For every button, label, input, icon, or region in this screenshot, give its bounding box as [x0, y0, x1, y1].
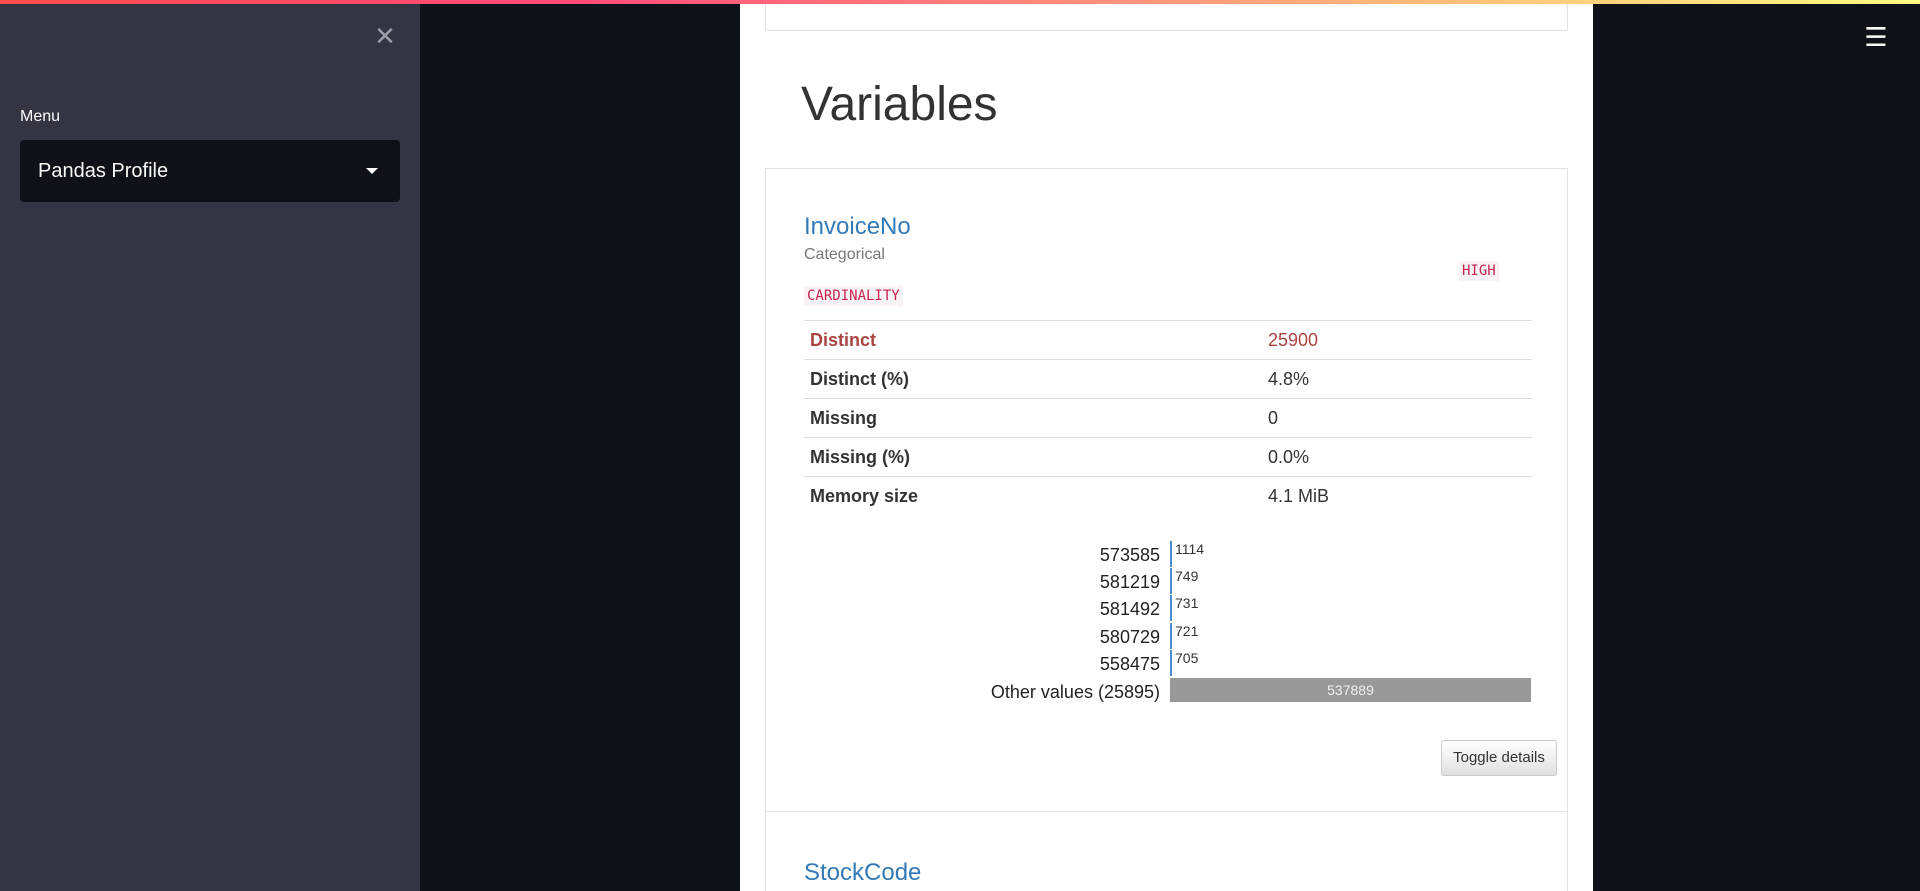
variable-title-link[interactable]: StockCode	[804, 859, 921, 887]
menu-label: Menu	[20, 108, 61, 125]
freq-bar	[1170, 541, 1172, 567]
freq-label: 581492	[1099, 599, 1160, 619]
table-row: Missing 0	[804, 398, 1532, 438]
variable-type: Categorical	[804, 246, 885, 263]
freq-bar	[1170, 595, 1172, 621]
freq-row: 581219 749	[804, 568, 1532, 594]
alert-badge-high: HIGH	[1459, 261, 1499, 281]
freq-row: 573585 1114	[804, 541, 1532, 567]
chevron-down-icon	[366, 168, 378, 174]
freq-bar	[1170, 623, 1172, 649]
stat-value: 25900	[1262, 320, 1532, 360]
freq-label: Other values (25895)	[990, 682, 1160, 702]
freq-label: 580729	[1099, 627, 1160, 647]
stat-label: Memory size	[804, 476, 1262, 516]
stat-label: Distinct	[804, 320, 1262, 360]
freq-label: 581219	[1099, 572, 1160, 592]
stat-value: 0	[1262, 398, 1532, 438]
close-icon[interactable]: ✕	[370, 22, 400, 52]
stat-label: Distinct (%)	[804, 359, 1262, 399]
freq-count: 721	[1175, 623, 1199, 639]
stat-value: 4.1 MiB	[1262, 476, 1532, 516]
table-row: Memory size 4.1 MiB	[804, 476, 1532, 516]
variable-title-link[interactable]: InvoiceNo	[804, 213, 911, 241]
stat-value: 0.0%	[1262, 437, 1532, 477]
stat-value: 4.8%	[1262, 359, 1532, 399]
menu-selected-value: Pandas Profile	[38, 160, 169, 182]
freq-label: 573585	[1099, 545, 1160, 565]
freq-row: 558475 705	[804, 650, 1532, 676]
freq-label: 558475	[1099, 654, 1160, 674]
previous-panel	[765, 0, 1568, 31]
section-title: Variables	[801, 78, 998, 131]
freq-count: 731	[1175, 595, 1199, 611]
next-variable-panel: StockCode	[765, 812, 1568, 891]
freq-row: 580729 721	[804, 623, 1532, 649]
table-row: Distinct (%) 4.8%	[804, 359, 1532, 399]
freq-count: 749	[1175, 568, 1199, 584]
report-main: Variables InvoiceNo Categorical HIGH CAR…	[740, 0, 1593, 891]
alert-badge-cardinality: CARDINALITY	[804, 286, 903, 306]
freq-bar	[1170, 650, 1172, 676]
table-row: Distinct 25900	[804, 320, 1532, 360]
stat-label: Missing	[804, 398, 1262, 438]
freq-bar	[1170, 568, 1172, 594]
freq-row-other: Other values (25895) 537889	[804, 678, 1532, 704]
freq-bar-other: 537889	[1170, 678, 1531, 702]
toggle-details-button[interactable]: Toggle details	[1441, 740, 1557, 776]
variable-panel: InvoiceNo Categorical HIGH CARDINALITY D…	[765, 168, 1568, 812]
sidebar: ✕ Menu Pandas Profile	[0, 0, 420, 891]
freq-count: 1114	[1175, 541, 1205, 557]
top-decoration-bar	[0, 0, 1920, 4]
table-row: Missing (%) 0.0%	[804, 437, 1532, 477]
menu-select[interactable]: Pandas Profile	[20, 140, 400, 202]
freq-count: 705	[1175, 650, 1199, 666]
freq-row: 581492 731	[804, 595, 1532, 621]
stats-table: Distinct 25900 Distinct (%) 4.8% Missing…	[804, 320, 1532, 516]
stat-label: Missing (%)	[804, 437, 1262, 477]
hamburger-menu-icon[interactable]: ☰	[1862, 20, 1890, 56]
